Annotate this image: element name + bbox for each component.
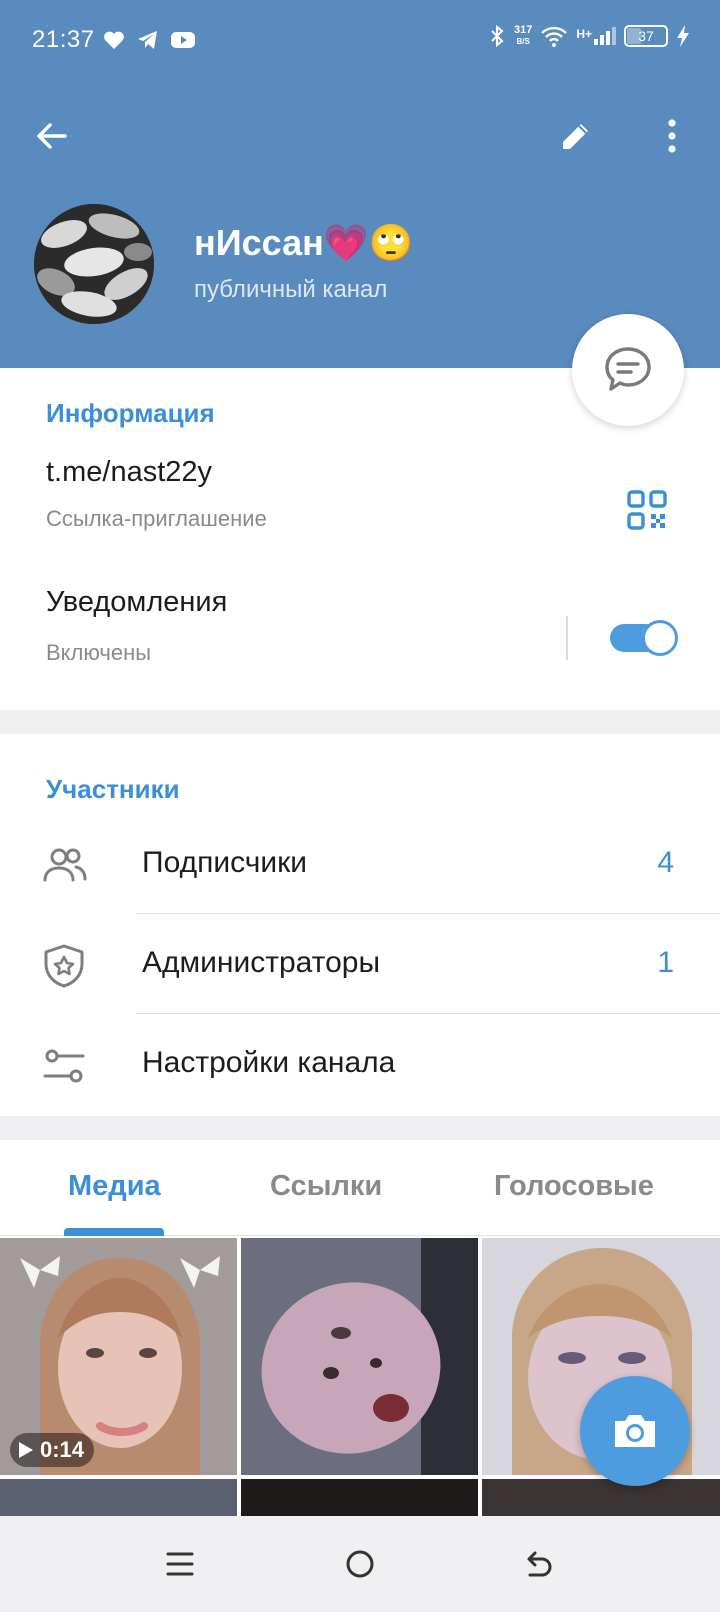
telegram-icon <box>138 31 157 49</box>
divider <box>566 616 568 660</box>
status-time: 21:37 <box>32 26 95 53</box>
more-menu-button[interactable] <box>644 108 700 164</box>
subscribers-count: 4 <box>657 846 674 879</box>
people-icon <box>43 848 87 882</box>
video-duration: 0:14 <box>40 1437 85 1462</box>
edit-button[interactable] <box>548 108 604 164</box>
arrow-back-icon <box>37 123 67 149</box>
youtube-icon <box>171 32 195 48</box>
more-vertical-icon <box>668 119 676 153</box>
return-icon <box>527 1551 552 1577</box>
media-thumbnail[interactable] <box>0 1479 237 1516</box>
tab-links[interactable]: Ссылки <box>270 1170 382 1203</box>
status-bar: 21:37 317 B/S H+ 37 <box>0 0 720 80</box>
info-section-title: Информация <box>46 398 215 428</box>
channel-type: публичный канал <box>194 276 388 303</box>
profile-header: 21:37 317 B/S H+ 37 нИссан💗🙄 публичный к… <box>0 0 720 368</box>
chat-bubble-icon <box>605 347 651 391</box>
media-image <box>241 1238 478 1475</box>
sliders-icon <box>43 1049 85 1083</box>
charging-icon <box>677 25 689 47</box>
media-thumbnail[interactable] <box>241 1238 478 1475</box>
qr-code-button[interactable] <box>626 489 668 531</box>
signal-icon: H+ <box>576 27 616 45</box>
shield-star-icon <box>44 944 84 988</box>
battery-icon: 37 <box>624 25 668 47</box>
qr-code-icon <box>627 490 667 530</box>
status-system-icons: 317 B/S H+ 37 <box>488 24 690 48</box>
channel-name: нИссан💗🙄 <box>194 222 414 263</box>
avatar-image <box>34 204 154 324</box>
members-section: Участники Подписчики 4 Администраторы 1 … <box>0 734 720 1116</box>
network-speed-unit: B/S <box>516 37 530 46</box>
menu-icon <box>166 1552 194 1576</box>
circle-home-icon <box>346 1550 374 1578</box>
media-thumbnail[interactable] <box>241 1479 478 1516</box>
channel-settings-label: Настройки канала <box>142 1046 396 1079</box>
tab-media[interactable]: Медиа <box>68 1170 161 1203</box>
back-system-button[interactable] <box>514 1538 566 1590</box>
discussion-button[interactable] <box>572 314 684 426</box>
system-navigation-bar <box>0 1516 720 1612</box>
subscribers-label: Подписчики <box>142 846 308 879</box>
pencil-icon <box>563 124 588 149</box>
play-icon <box>19 1442 33 1458</box>
invite-link-caption: Ссылка-приглашение <box>46 506 267 531</box>
status-notification-icons <box>102 28 196 52</box>
channel-settings-row[interactable]: Настройки канала <box>0 1014 720 1114</box>
network-type: H+ <box>576 27 592 41</box>
media-thumbnail[interactable]: 0:14 <box>0 1238 237 1475</box>
back-button[interactable] <box>24 108 80 164</box>
video-duration-badge: 0:14 <box>10 1433 95 1467</box>
media-tabs: Медиа Ссылки Голосовые <box>0 1140 720 1236</box>
home-button[interactable] <box>334 1538 386 1590</box>
administrators-label: Администраторы <box>142 946 381 979</box>
wifi-icon <box>541 26 568 47</box>
subscribers-row[interactable]: Подписчики 4 <box>0 814 720 914</box>
network-speed-value: 317 <box>513 24 533 36</box>
network-speed: 317 B/S <box>514 24 532 48</box>
bluetooth-icon <box>491 24 504 48</box>
invite-link[interactable]: t.me/nast22y <box>46 456 212 489</box>
members-section-title: Участники <box>46 774 180 804</box>
battery-level: 37 <box>638 28 654 44</box>
notifications-state: Включены <box>46 640 152 665</box>
administrators-row[interactable]: Администраторы 1 <box>0 914 720 1014</box>
heart-app-icon <box>104 31 124 49</box>
recents-button[interactable] <box>154 1538 206 1590</box>
camera-icon <box>615 1415 655 1447</box>
notifications-label[interactable]: Уведомления <box>46 586 227 619</box>
tab-voice[interactable]: Голосовые <box>494 1170 654 1203</box>
administrators-count: 1 <box>657 946 674 979</box>
camera-button[interactable] <box>580 1376 690 1486</box>
media-thumbnail[interactable] <box>482 1479 720 1516</box>
tab-indicator <box>64 1228 164 1236</box>
notifications-toggle[interactable] <box>610 620 678 656</box>
channel-avatar[interactable] <box>34 204 154 324</box>
